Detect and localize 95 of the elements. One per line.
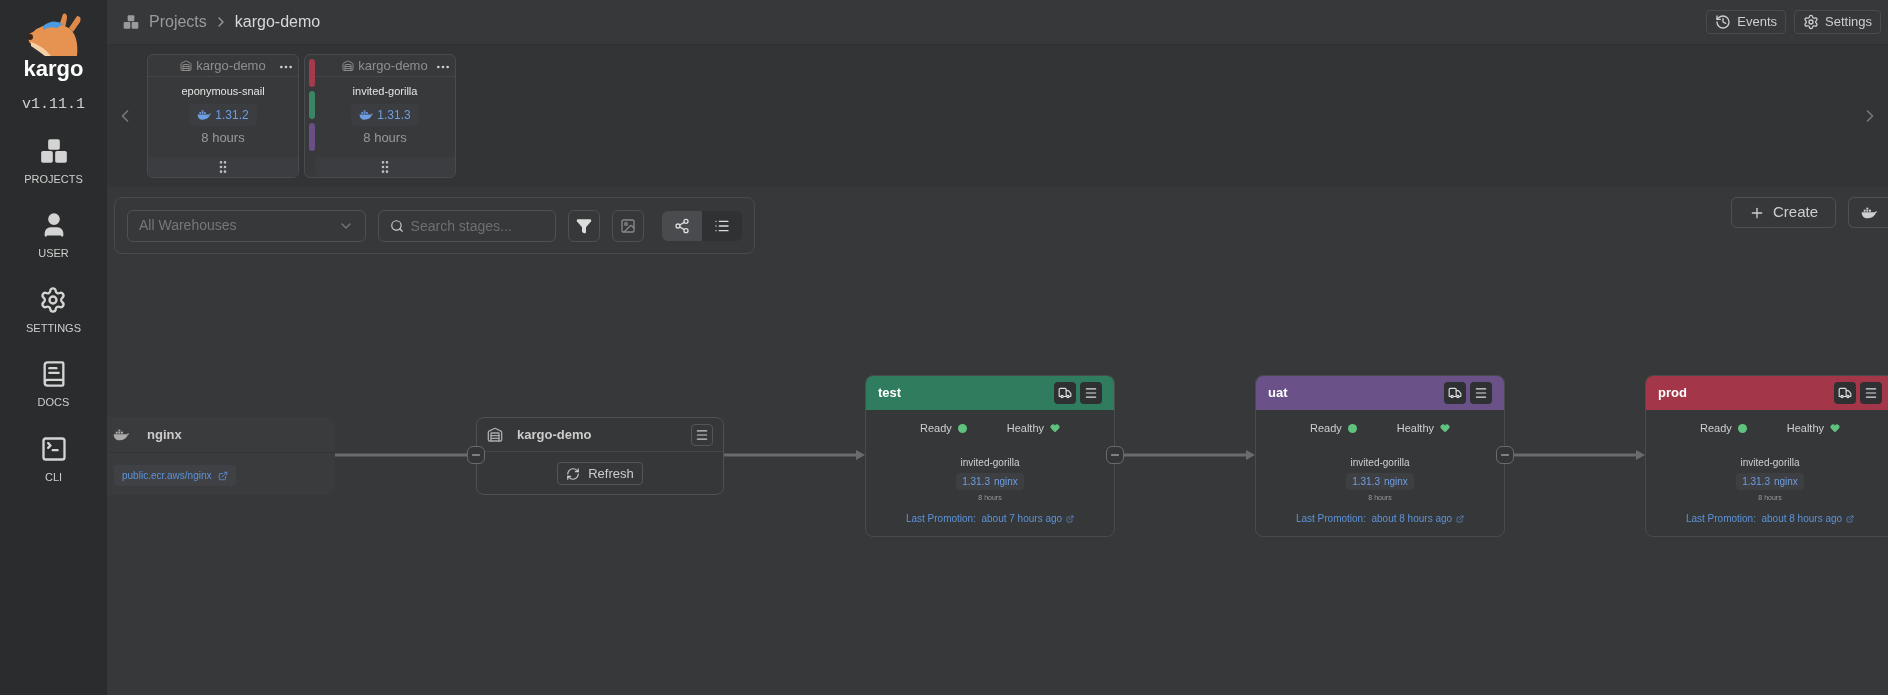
docker-button[interactable]	[1848, 197, 1888, 228]
warehouse-icon	[342, 59, 355, 72]
view-mode-button[interactable]	[702, 210, 742, 241]
external-link-icon	[1066, 514, 1075, 523]
version-text: 1.31.3	[377, 106, 411, 124]
sidebar-item[interactable]: DOCS	[37, 360, 70, 411]
breadcrumb-current: kargo-demo	[234, 12, 321, 32]
freight-name: invited-gorilla	[959, 455, 1021, 470]
filter-button[interactable]	[568, 209, 601, 242]
sidebar-item[interactable]: SETTINGS	[26, 285, 81, 336]
drag-handle[interactable]	[148, 157, 298, 177]
ready-label: Ready	[1309, 421, 1342, 436]
promote-button[interactable]	[1834, 382, 1856, 404]
freight-name: invited-gorilla	[1739, 455, 1801, 470]
menu-icon	[1084, 386, 1098, 400]
promote-button[interactable]	[1054, 382, 1076, 404]
project-name: kargo-demo	[517, 425, 593, 444]
search-icon	[389, 218, 404, 233]
version-text: 1.31.2	[215, 106, 249, 124]
whale-icon	[359, 108, 374, 121]
view-mode-button[interactable]	[662, 210, 702, 241]
collapse-button[interactable]	[467, 446, 485, 464]
freight-age: 8 hours	[363, 128, 407, 147]
settings-icon	[1803, 14, 1819, 30]
warehouse-name: kargo-demo	[358, 56, 428, 75]
header-button[interactable]: Settings	[1794, 10, 1881, 34]
stage-name: prod	[1658, 384, 1688, 403]
collapse-button[interactable]	[1496, 446, 1514, 464]
fit-view-button[interactable]	[612, 209, 644, 242]
truck-icon	[1448, 386, 1462, 400]
menu-button[interactable]	[1080, 382, 1102, 404]
history-icon	[1715, 14, 1732, 30]
external-link-icon	[1846, 514, 1855, 523]
terminal-icon	[39, 434, 68, 463]
projects-icon	[123, 14, 139, 30]
create-button[interactable]: Create	[1731, 197, 1836, 228]
external-link-icon	[1456, 514, 1465, 523]
health-label: Healthy	[1786, 421, 1825, 436]
ready-label: Ready	[919, 421, 952, 436]
version-text: 1.31.3	[1352, 474, 1380, 489]
refresh-button[interactable]: Refresh	[557, 462, 643, 485]
search-field[interactable]: Search stages...	[377, 209, 557, 242]
stage-name: uat	[1268, 384, 1289, 403]
stage-name: test	[878, 384, 903, 403]
settings-icon	[39, 285, 68, 314]
freight-age: 8 hours	[201, 128, 245, 147]
warehouse-icon	[487, 426, 503, 443]
header-button[interactable]: Events	[1706, 10, 1786, 34]
freight-card[interactable]: kargo-demo eponymous-snail 1.31.2 8 hours	[147, 54, 299, 178]
collapse-button[interactable]	[1106, 446, 1124, 464]
drag-handle[interactable]	[315, 157, 455, 177]
menu-icon	[695, 427, 709, 442]
boxes-icon	[39, 136, 68, 165]
menu-button[interactable]	[1860, 382, 1882, 404]
image-name: nginx	[993, 474, 1018, 489]
project-node[interactable]: kargo-demo Refresh	[476, 417, 724, 495]
last-promotion-link[interactable]: Last Promotion: about 7 hours ago	[905, 511, 1075, 526]
image-name: nginx	[1383, 474, 1408, 489]
warehouse-name: kargo-demo	[196, 56, 266, 75]
warehouse-icon	[180, 59, 193, 72]
sidebar-item[interactable]: CLI	[39, 434, 68, 485]
filter-icon	[576, 217, 593, 234]
refresh-icon	[566, 466, 581, 481]
truck-icon	[1838, 386, 1852, 400]
health-label: Healthy	[1006, 421, 1045, 436]
graph-icon	[674, 217, 690, 234]
menu-button[interactable]	[691, 423, 713, 446]
menu-icon	[1474, 386, 1488, 400]
health-label: Healthy	[1396, 421, 1435, 436]
logo-text: kargo	[23, 58, 84, 80]
sidebar-item[interactable]: USER	[38, 211, 69, 262]
sidebar-item[interactable]: PROJECTS	[24, 136, 83, 187]
promote-button[interactable]	[1444, 382, 1466, 404]
menu-icon	[1864, 386, 1878, 400]
freight-name: invited-gorilla	[1349, 455, 1411, 470]
whale-icon	[113, 428, 129, 441]
warehouse-name: nginx	[147, 425, 182, 444]
kangaroo-logo	[24, 12, 83, 58]
image-icon	[620, 217, 637, 234]
version-text: 1.31.3	[962, 474, 990, 489]
freight-card[interactable]: kargo-demo invited-gorilla 1.31.3 8 hours	[304, 54, 456, 178]
ready-label: Ready	[1699, 421, 1732, 436]
freight-name: eponymous-snail	[181, 84, 265, 99]
last-promotion-link[interactable]: Last Promotion: about 8 hours ago	[1685, 511, 1855, 526]
menu-button[interactable]	[1470, 382, 1492, 404]
truck-icon	[1058, 386, 1072, 400]
freight-name: invited-gorilla	[352, 84, 418, 99]
last-promotion-link[interactable]: Last Promotion: about 8 hours ago	[1295, 511, 1465, 526]
breadcrumb-link[interactable]: Projects	[149, 10, 207, 34]
image-name: nginx	[1773, 474, 1798, 489]
whale-icon	[1860, 206, 1877, 219]
whale-icon	[197, 108, 212, 121]
external-link-icon	[217, 470, 228, 481]
version-label: v1.11.1	[22, 95, 85, 115]
version-text: 1.31.3	[1742, 474, 1770, 489]
